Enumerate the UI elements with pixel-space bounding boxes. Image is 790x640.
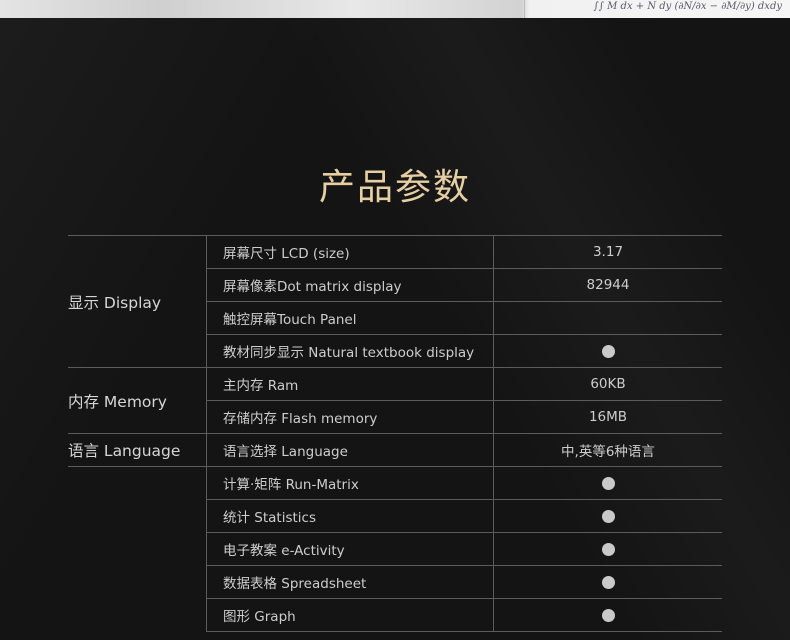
spec-name: 屏幕像素Dot matrix display (206, 268, 494, 302)
spec-value (493, 598, 722, 632)
spec-value (493, 466, 722, 500)
spec-name: 电子教案 e-Activity (206, 532, 494, 566)
top-photo-strip: ∫∫ M dx + N dy (∂N/∂x − ∂M/∂y) dxdy (0, 0, 790, 18)
spec-value (493, 532, 722, 566)
spec-name: 主内存 Ram (206, 367, 494, 401)
spec-name: 存储内存 Flash memory (206, 400, 494, 434)
spec-value (493, 499, 722, 533)
spec-value: 60KB (493, 367, 722, 401)
supported-dot-icon (601, 344, 615, 358)
page-title: 产品参数 (318, 167, 471, 209)
supported-dot-icon (601, 608, 615, 622)
spec-value (493, 301, 722, 335)
spec-table: 显示 Display 屏幕尺寸 LCD (size) 3.17 屏幕像素Dot mat… (68, 235, 722, 632)
spec-row: 内存 Memory 主内存 Ram 60KB (68, 367, 722, 434)
supported-dot-icon (601, 542, 615, 556)
spec-value: 82944 (493, 268, 722, 302)
strip-divider (524, 0, 525, 18)
spec-name: 计算·矩阵 Run-Matrix (206, 466, 494, 500)
spec-row: 显示 Display 屏幕尺寸 LCD (size) 3.17 (68, 235, 722, 368)
spec-name: 语言选择 Language (206, 433, 494, 467)
spec-name: 统计 Statistics (206, 499, 494, 533)
spec-row: 语言 Language 语言选择 Language 中,英等6种语言 (68, 433, 722, 467)
supported-dot-icon (601, 575, 615, 589)
spec-name: 屏幕尺寸 LCD (size) (206, 235, 494, 269)
spec-value: 16MB (493, 400, 722, 434)
handwritten-formula: ∫∫ M dx + N dy (∂N/∂x − ∂M/∂y) dxdy (593, 1, 782, 12)
spec-category: 语言 Language (68, 433, 207, 467)
supported-dot-icon (601, 476, 615, 490)
spec-value: 3.17 (493, 235, 722, 269)
spec-category: 内存 Memory (68, 367, 207, 434)
spec-row: 计算·矩阵 Run-Matrix (68, 466, 722, 632)
spec-value (493, 334, 722, 368)
spec-name: 图形 Graph (206, 598, 494, 632)
spec-category (68, 466, 207, 632)
spec-name: 数据表格 Spreadsheet (206, 565, 494, 599)
supported-dot-icon (601, 509, 615, 523)
spec-name: 教材同步显示 Natural textbook display (206, 334, 494, 368)
spec-value: 中,英等6种语言 (493, 433, 722, 467)
spec-category: 显示 Display (68, 235, 207, 368)
spec-value (493, 565, 722, 599)
spec-name: 触控屏幕Touch Panel (206, 301, 494, 335)
